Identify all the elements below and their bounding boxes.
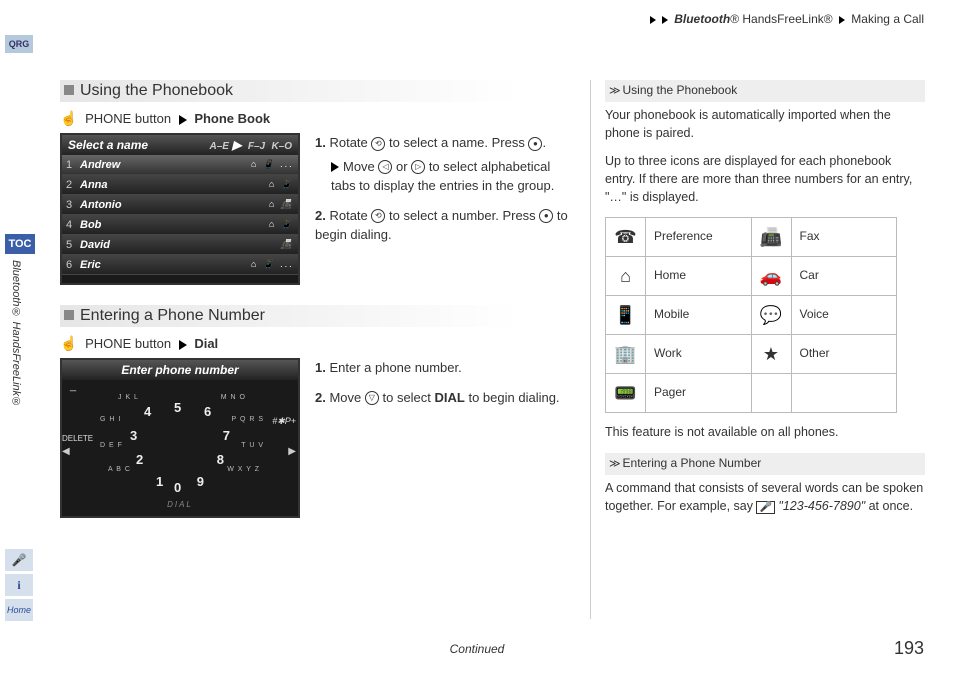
rotate-knob-icon: ⟲ <box>371 209 385 223</box>
screen-title: Enter phone number <box>62 360 298 380</box>
icon-legend-table: ☎Preference 📠Fax ⌂Home 🚗Car 📱Mobile 💬Voi… <box>605 217 897 413</box>
divider <box>590 80 591 619</box>
voice-command-icon: 🎤 <box>756 501 774 514</box>
triangle-icon <box>331 162 339 172</box>
section-heading: Entering a Phone Number <box>60 305 570 327</box>
dial-label: DIAL <box>90 500 270 509</box>
other-icon: ★ <box>752 335 792 374</box>
list-item: 6Eric⌂ 📱 ... <box>62 255 298 275</box>
continued-label: Continued <box>450 642 505 656</box>
list-item: 2Anna⌂ 📱 <box>62 175 298 195</box>
square-icon <box>64 85 74 95</box>
chevron-icon <box>839 16 845 24</box>
press-knob-icon: ● <box>539 209 553 223</box>
chevron-icon: ≫ <box>609 457 621 473</box>
nav-path: ☝ PHONE button Phone Book <box>60 110 570 127</box>
fax-icon: 📠 <box>752 218 792 257</box>
mobile-icon: 📱 <box>606 296 646 335</box>
nav-path: ☝ PHONE button Dial <box>60 335 570 352</box>
preference-icon: ☎ <box>606 218 646 257</box>
triangle-icon <box>179 340 187 350</box>
side-text: Your phonebook is automatically imported… <box>605 106 925 142</box>
triangle-icon <box>179 115 187 125</box>
screen-title: Select a name <box>68 138 148 152</box>
voice-icon[interactable]: 🎤 <box>5 549 33 571</box>
side-text: A command that consists of several words… <box>605 479 925 516</box>
info-icon[interactable]: i <box>5 574 33 596</box>
finger-icon: ☝ <box>60 335 77 352</box>
chevron-icon <box>650 16 656 24</box>
section-heading: Using the Phonebook <box>60 80 570 102</box>
rotate-knob-icon: ⟲ <box>371 137 385 151</box>
tab-toc[interactable]: TOC <box>5 234 35 254</box>
dialer-screenshot: Enter phone number _ DELETE◀ #✱P+▶ J K L… <box>60 358 300 518</box>
list-item: 4Bob⌂ 📱 <box>62 215 298 235</box>
move-right-icon: ▷ <box>411 160 425 174</box>
phonebook-screenshot: Select a name A–E ▶ F–J K–O 1Andrew⌂ 📱 .… <box>60 133 300 285</box>
side-heading: ≫Entering a Phone Number <box>605 453 925 475</box>
chevron-icon <box>662 16 668 24</box>
side-heading: ≫Using the Phonebook <box>605 80 925 102</box>
side-text: This feature is not available on all pho… <box>605 423 925 441</box>
special-chars: #✱P+ <box>272 416 296 427</box>
step: 1. Rotate ⟲ to select a name. Press ●. M… <box>315 133 570 196</box>
home-icon: ⌂ <box>606 257 646 296</box>
move-down-icon: ▽ <box>365 391 379 405</box>
page-number: 193 <box>894 638 924 659</box>
voice-icon: 💬 <box>752 296 792 335</box>
pager-icon: 📟 <box>606 374 646 413</box>
side-text: Up to three icons are displayed for each… <box>605 152 925 206</box>
car-icon: 🚗 <box>752 257 792 296</box>
step: 1. Enter a phone number. <box>315 358 570 378</box>
home-button[interactable]: Home <box>5 599 33 621</box>
square-icon <box>64 310 74 320</box>
move-left-icon: ◁ <box>378 160 392 174</box>
list-item: 1Andrew⌂ 📱 ... <box>62 155 298 175</box>
chevron-icon: ≫ <box>609 84 621 100</box>
press-knob-icon: ● <box>528 137 542 151</box>
list-item: 3Antonio⌂ 📠 <box>62 195 298 215</box>
step: 2. Move ▽ to select DIAL to begin dialin… <box>315 388 570 408</box>
alpha-tabs: A–E ▶ F–J K–O <box>207 138 293 152</box>
breadcrumb-part[interactable]: Bluetooth <box>674 12 730 26</box>
work-icon: 🏢 <box>606 335 646 374</box>
finger-icon: ☝ <box>60 110 77 127</box>
tab-qrg[interactable]: QRG <box>5 35 33 53</box>
side-section-label: Bluetooth® HandsFreeLink® <box>10 260 22 408</box>
step: 2. Rotate ⟲ to select a number. Press ● … <box>315 206 570 245</box>
breadcrumb-part[interactable]: Making a Call <box>851 12 924 26</box>
delete-label: DELETE <box>62 434 93 443</box>
list-item: 5David📠 <box>62 235 298 255</box>
breadcrumb: Bluetooth® HandsFreeLink® Making a Call <box>647 12 924 26</box>
